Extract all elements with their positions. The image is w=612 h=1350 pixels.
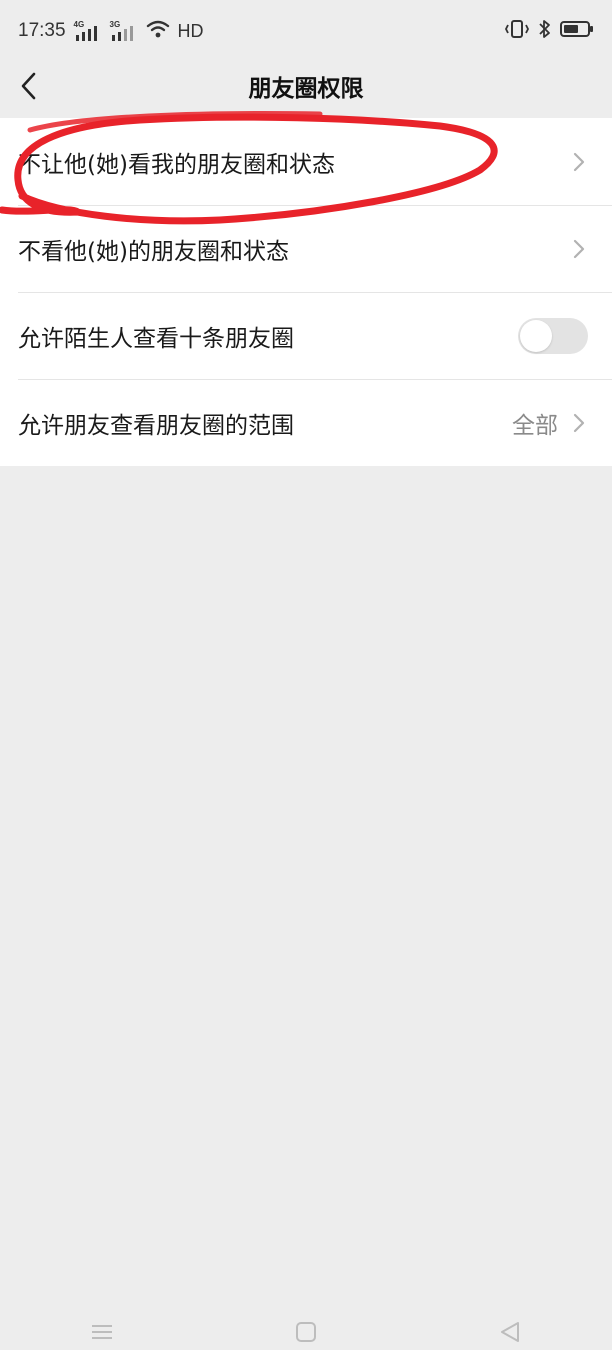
strangers-toggle-switch[interactable] (518, 317, 588, 354)
wifi-icon (146, 20, 170, 42)
bluetooth-icon (538, 19, 552, 43)
status-right (504, 19, 594, 43)
hd-indicator: HD (177, 20, 204, 41)
back-nav-button[interactable] (490, 1318, 530, 1350)
range-value: 全部 (512, 412, 558, 439)
top-navigation-bar: 朋友圈权限 (0, 62, 612, 118)
row-label: 不看他(她)的朋友圈和状态 (18, 238, 289, 265)
signal-3g-icon: 3G (110, 21, 138, 41)
row-right (572, 238, 586, 260)
chevron-right-icon (572, 151, 586, 173)
toggle-knob (520, 319, 552, 352)
status-bar: 17:35 4G 3G HD (0, 0, 612, 62)
menu-icon (89, 1321, 115, 1347)
battery-icon (560, 20, 594, 42)
row-right (518, 317, 588, 354)
menu-button[interactable] (82, 1318, 122, 1350)
status-time: 17:35 (18, 20, 66, 41)
row-label: 不让他(她)看我的朋友圈和状态 (18, 151, 335, 178)
settings-list: 不让他(她)看我的朋友圈和状态 不看他(她)的朋友圈和状态 允许陌生人查看十条朋… (0, 118, 612, 466)
row-right: 全部 (512, 406, 586, 440)
row-label: 允许朋友查看朋友圈的范围 (18, 412, 294, 439)
status-left: 17:35 4G 3G HD (18, 20, 204, 42)
chevron-right-icon (572, 412, 586, 434)
row-right (572, 151, 586, 173)
signal-4g-icon: 4G (74, 21, 102, 41)
triangle-back-icon (498, 1320, 522, 1348)
home-button[interactable] (286, 1318, 326, 1350)
square-icon (294, 1320, 318, 1348)
page-title: 朋友圈权限 (248, 76, 364, 102)
system-navigation-bar (0, 1318, 612, 1350)
row-label: 允许陌生人查看十条朋友圈 (18, 325, 294, 352)
vibrate-icon (504, 19, 530, 43)
chevron-right-icon (572, 238, 586, 260)
row-allow-strangers-view: 允许陌生人查看十条朋友圈 (0, 292, 612, 379)
row-friends-view-range[interactable]: 允许朋友查看朋友圈的范围 全部 (0, 379, 612, 466)
row-hide-my-moments[interactable]: 不让他(她)看我的朋友圈和状态 (0, 118, 612, 205)
row-hide-their-moments[interactable]: 不看他(她)的朋友圈和状态 (0, 205, 612, 292)
